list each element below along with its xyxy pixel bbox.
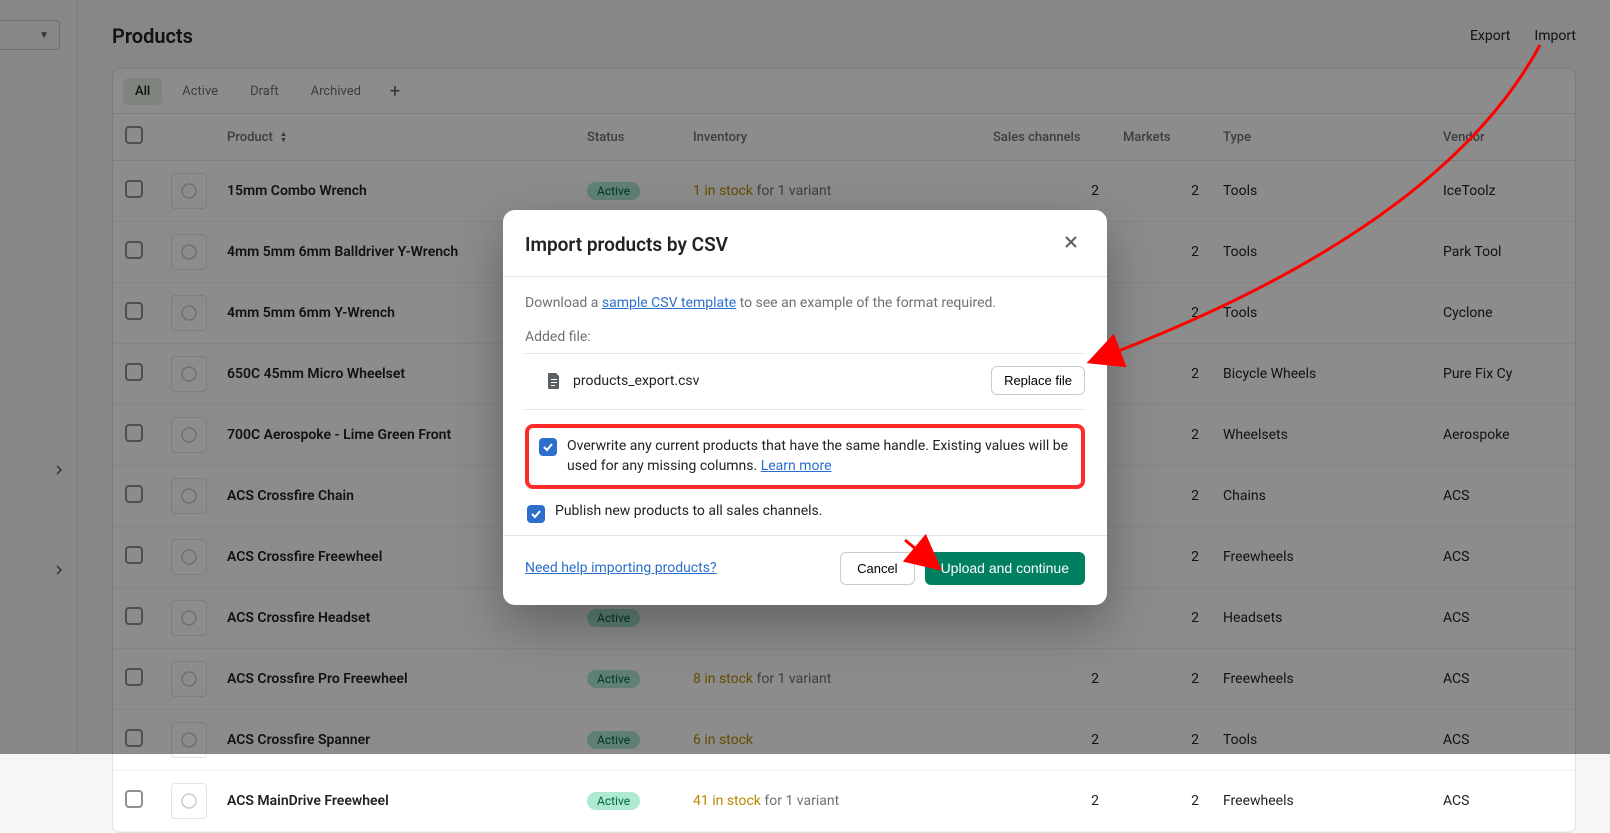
- product-name[interactable]: ACS MainDrive Freewheel: [215, 771, 575, 832]
- modal-title: Import products by CSV: [525, 233, 728, 256]
- close-button[interactable]: [1057, 230, 1085, 258]
- inventory-cell: 41 in stock for 1 variant: [681, 771, 981, 832]
- check-icon: [530, 508, 542, 520]
- publish-label: Publish new products to all sales channe…: [555, 503, 822, 519]
- type-cell: Freewheels: [1211, 771, 1431, 832]
- cancel-button[interactable]: Cancel: [840, 552, 914, 585]
- overwrite-label: Overwrite any current products that have…: [567, 436, 1071, 477]
- status-badge: Active: [587, 792, 640, 810]
- sample-csv-link[interactable]: sample CSV template: [602, 295, 736, 311]
- upload-continue-button[interactable]: Upload and continue: [925, 552, 1085, 585]
- sales-channels-cell: 2: [981, 771, 1111, 832]
- file-name: products_export.csv: [573, 373, 699, 389]
- modal-overlay[interactable]: Import products by CSV Download a sample…: [0, 0, 1610, 754]
- download-hint-prefix: Download a: [525, 295, 602, 311]
- markets-cell: 2: [1111, 771, 1211, 832]
- table-row[interactable]: ACS MainDrive Freewheel Active 41 in stock…: [113, 771, 1575, 832]
- vendor-cell: ACS: [1431, 771, 1575, 832]
- row-checkbox[interactable]: [125, 790, 143, 808]
- overwrite-option-highlight: Overwrite any current products that have…: [525, 424, 1085, 489]
- learn-more-link[interactable]: Learn more: [761, 458, 832, 474]
- file-icon: [545, 372, 563, 390]
- product-thumbnail: [171, 783, 207, 819]
- download-hint-suffix: to see an example of the format required…: [736, 295, 996, 311]
- overwrite-checkbox[interactable]: [539, 438, 557, 456]
- help-importing-link[interactable]: Need help importing products?: [525, 560, 717, 576]
- file-row: products_export.csv Replace file: [525, 353, 1085, 410]
- check-icon: [542, 441, 554, 453]
- close-icon: [1063, 234, 1079, 255]
- import-modal: Import products by CSV Download a sample…: [503, 210, 1107, 605]
- publish-checkbox[interactable]: [527, 505, 545, 523]
- added-file-label: Added file:: [525, 329, 1085, 345]
- replace-file-button[interactable]: Replace file: [991, 366, 1085, 395]
